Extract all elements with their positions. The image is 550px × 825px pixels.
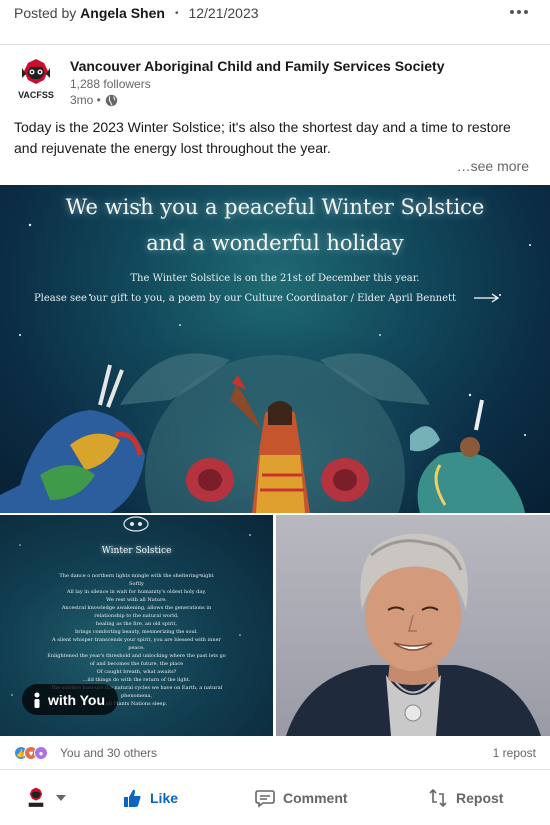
repost-count[interactable]: 1 repost — [493, 746, 536, 760]
logo-text: VACFSS — [18, 90, 54, 100]
banner-image[interactable]: We wish you a peaceful Winter Solstice a… — [0, 185, 550, 513]
post-date: 12/21/2023 — [188, 5, 259, 21]
repost-icon — [429, 788, 447, 808]
poem-line: Enlightened the year's threshold and unl… — [47, 653, 226, 659]
tag-label: with You — [48, 691, 106, 708]
poem-line: Ancestral knowledge awakening, allows th… — [61, 605, 212, 611]
org-logo[interactable]: VACFSS — [14, 56, 58, 102]
ellipsis-icon[interactable] — [506, 2, 532, 22]
posted-by-prefix: Posted by — [14, 5, 77, 21]
repost-button[interactable]: Repost — [428, 784, 503, 812]
poem-title: Winter Solstice — [101, 546, 172, 556]
org-avatar-icon — [28, 787, 44, 807]
poem-line: of and becomes the future, the place — [89, 661, 184, 667]
poem-line: relationship to the natural world, — [94, 613, 179, 619]
poem-line: healing as the fire, an old spirit, — [95, 621, 178, 627]
elder-photo[interactable] — [276, 515, 550, 736]
banner-subtitle-line2: Please see our gift to you, a poem by ou… — [33, 293, 457, 304]
comment-label: Comment — [283, 790, 348, 806]
poem-line: brings comforting beauty, mesmerizing th… — [75, 629, 198, 635]
poem-line: A silent whisper transcends your spirit,… — [52, 637, 221, 643]
banner-subtitle-line1: The Winter Solstice is on the 21st of De… — [130, 273, 420, 284]
banner-title-line1: We wish you a peaceful Winter Solstice — [65, 195, 485, 219]
identity-switcher[interactable] — [24, 784, 66, 812]
support-icon: ● — [34, 746, 48, 760]
portrait — [286, 533, 541, 736]
actions-divider — [0, 769, 550, 770]
comment-icon — [255, 790, 275, 808]
like-label: Like — [150, 790, 179, 806]
emblem-icon — [123, 516, 149, 532]
org-name[interactable]: Vancouver Aboriginal Child and Family Se… — [70, 56, 445, 76]
like-button[interactable]: Like — [122, 784, 178, 812]
poem-line: Softly — [129, 581, 144, 587]
post-commentary: Today is the 2023 Winter Solstice; it's … — [14, 119, 511, 156]
banner-title-line2: and a wonderful holiday — [146, 231, 404, 255]
comment-button[interactable]: Comment — [255, 784, 348, 812]
follower-count: 1,288 followers — [70, 77, 151, 91]
post-header: Posted by Angela Shen • 12/21/2023 — [0, 0, 550, 26]
thumbs-up-icon — [124, 789, 141, 807]
globe-icon — [105, 94, 118, 106]
poem-line: peace. — [128, 645, 145, 651]
reaction-icons: 👍 ♥ ● — [14, 746, 48, 760]
post-actor[interactable]: VACFSS Vancouver Aboriginal Child and Fa… — [14, 56, 445, 108]
social-counts[interactable]: 👍 ♥ ● You and 30 others 1 repost — [14, 744, 536, 762]
action-bar: Like Comment Repost — [0, 778, 550, 818]
poem-line: ...ild things do with the return of the … — [82, 677, 191, 683]
see-more-link[interactable]: …see more — [457, 158, 529, 174]
separator: • — [174, 7, 179, 19]
repost-label: Repost — [456, 790, 504, 806]
tagged-people-button[interactable]: with You — [22, 684, 119, 715]
poem-line: Of caught breath, what awaits? — [96, 669, 177, 675]
poem-line: We rest with all Nature. — [106, 597, 167, 603]
header-divider — [0, 44, 550, 45]
poem-line: The dance o northern lights mingle with … — [59, 573, 214, 579]
poster-name[interactable]: Angela Shen — [80, 5, 165, 21]
posted-by: Posted by Angela Shen — [14, 5, 165, 21]
poem-line: All lay in silence in wait for humanity'… — [66, 589, 207, 595]
chevron-down-icon — [56, 795, 66, 801]
post-meta: 3mo • — [70, 92, 445, 108]
post-time: 3mo • — [70, 93, 101, 107]
reactions-text[interactable]: You and 30 others — [60, 746, 157, 760]
person-icon — [34, 692, 40, 708]
